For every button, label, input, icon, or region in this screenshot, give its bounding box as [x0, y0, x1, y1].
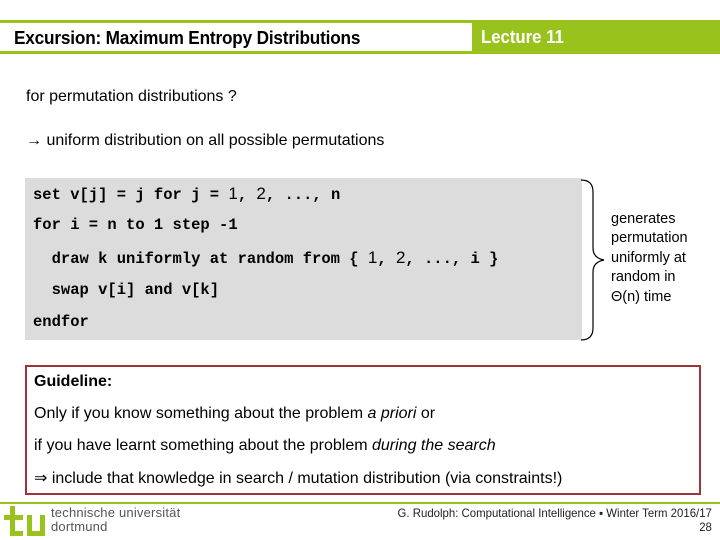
pseudocode-block: set v[j] = j for j = 1, 2, ..., n for i … [25, 178, 582, 340]
guideline-line-1: Only if you know something about the pro… [34, 405, 436, 422]
annotation-line: uniformly at [611, 249, 686, 266]
brace-annotation: generates permutation uniformly at rando… [611, 210, 716, 307]
lecture-banner: Lecture 11 [472, 20, 720, 54]
code-line-1: set v[j] = j for j = 1, 2, ..., n [33, 184, 341, 204]
tu-dortmund-logo-icon [4, 506, 45, 536]
university-name-line2: dortmund [51, 519, 108, 534]
code-line-5: endfor [33, 313, 89, 331]
question-text: for permutation distributions ? [26, 88, 237, 105]
curly-brace-icon [580, 179, 605, 341]
guideline-line-2: if you have learnt something about the p… [34, 437, 496, 454]
guideline-title: Guideline: [34, 373, 113, 390]
slide-title: Excursion: Maximum Entropy Distributions [14, 27, 361, 48]
answer-text: → uniform distribution on all possible p… [26, 132, 385, 149]
annotation-line: generates [611, 211, 676, 227]
header-rule-bottom [0, 51, 473, 54]
footer-credit: G. Rudolph: Computational Intelligence ▪… [398, 506, 712, 534]
code-line-4: swap v[i] and v[k] [33, 281, 220, 299]
guideline-line-3: ⇒ include that knowledge in search / mut… [34, 470, 563, 487]
university-name-line1: technische universität [51, 505, 181, 520]
lecture-label: Lecture 11 [481, 27, 564, 47]
code-line-3: draw k uniformly at random from { 1, 2, … [33, 248, 499, 268]
code-line-2: for i = n to 1 step -1 [33, 216, 238, 234]
course-credit: G. Rudolph: Computational Intelligence ▪… [397, 506, 712, 520]
page-number: 28 [699, 520, 712, 534]
header-rule-top [0, 20, 473, 23]
university-name: technische universität dortmund [51, 506, 180, 534]
annotation-line: permutation [611, 230, 688, 247]
annotation-line: random in [611, 269, 676, 286]
footer-rule [0, 502, 720, 504]
annotation-line: Θ(n) time [611, 288, 672, 305]
guideline-box: Guideline: Only if you know something ab… [25, 365, 701, 495]
